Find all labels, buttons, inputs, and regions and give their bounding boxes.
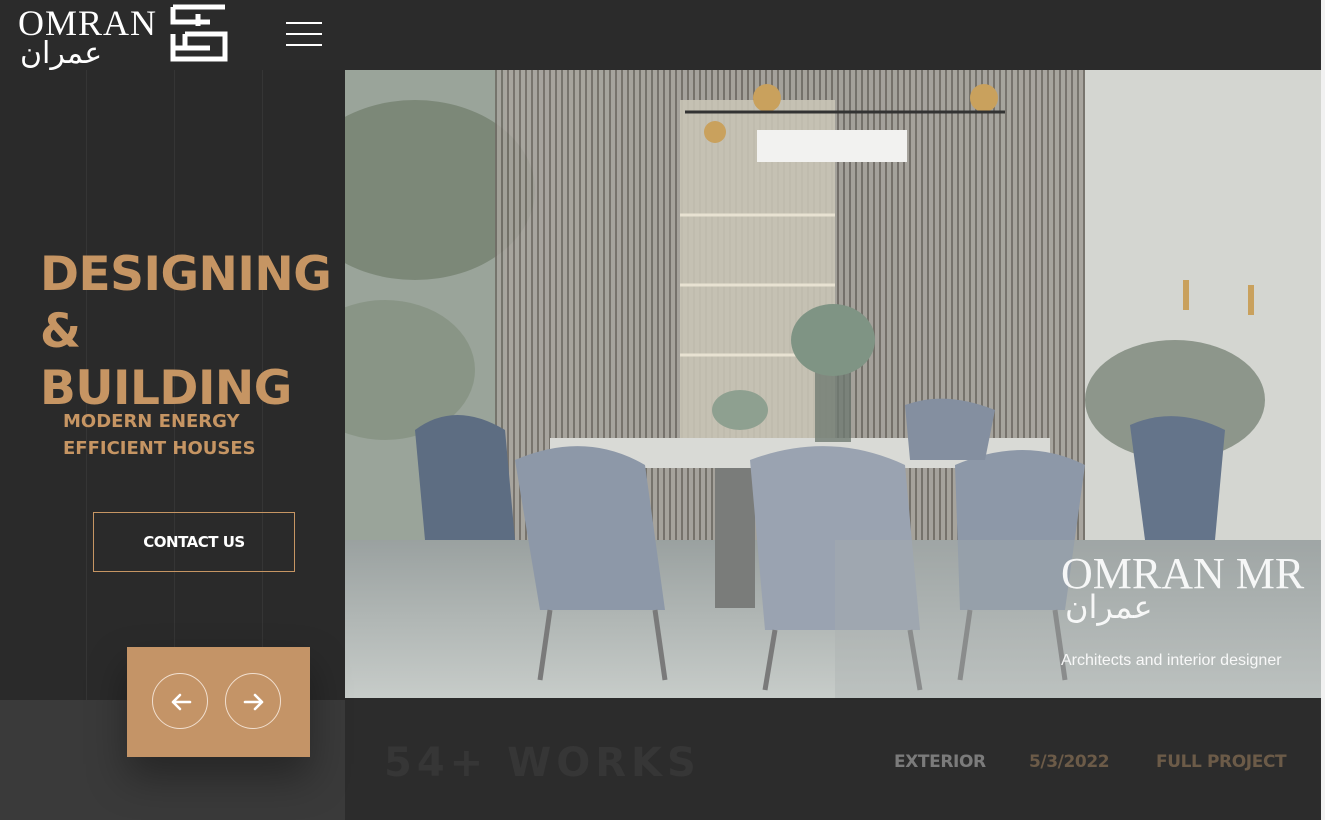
headline-line-1: DESIGNING (40, 247, 332, 302)
logo-kufic-mark-icon (170, 4, 228, 62)
hero-text-panel: DESIGNING & BUILDING MODERN ENERGY EFFIC… (0, 70, 345, 700)
prev-slide-button[interactable] (152, 673, 208, 729)
arrow-right-icon (243, 693, 264, 711)
subline-line-2: EFFICIENT HOUSES (63, 438, 256, 459)
watermark-tagline: Architects and interior designer (1061, 652, 1282, 669)
hero-headline: DESIGNING & BUILDING (40, 246, 345, 417)
omran-logo[interactable]: OMRAN عمران (14, 0, 234, 71)
subline-line-1: MODERN ENERGY (63, 411, 240, 432)
slider-controls (127, 647, 310, 757)
hamburger-line (286, 44, 322, 46)
dining-room-illustration (345, 70, 1321, 698)
scrollbar-track[interactable] (1321, 0, 1325, 820)
logo-arabic-text: عمران (20, 36, 103, 71)
works-count: 54+ WORKS (384, 740, 701, 786)
hamburger-menu-button[interactable] (286, 22, 322, 48)
headline-line-2: & BUILDING (40, 304, 292, 416)
hamburger-line (286, 22, 322, 24)
project-category: EXTERIOR (894, 752, 986, 772)
contact-us-button[interactable]: CONTACT US (93, 512, 295, 572)
arrow-left-icon (171, 693, 192, 711)
next-slide-button[interactable] (225, 673, 281, 729)
hamburger-line (286, 33, 322, 35)
hero-subline: MODERN ENERGY EFFICIENT HOUSES (63, 408, 256, 462)
hero-image: OMRAN MR عمران Architects and interior d… (345, 70, 1321, 698)
project-scope: FULL PROJECT (1156, 752, 1287, 772)
site-header: OMRAN عمران (0, 0, 1325, 71)
watermark-arabic-text: عمران (1065, 588, 1153, 626)
project-date: 5/3/2022 (1029, 752, 1110, 772)
